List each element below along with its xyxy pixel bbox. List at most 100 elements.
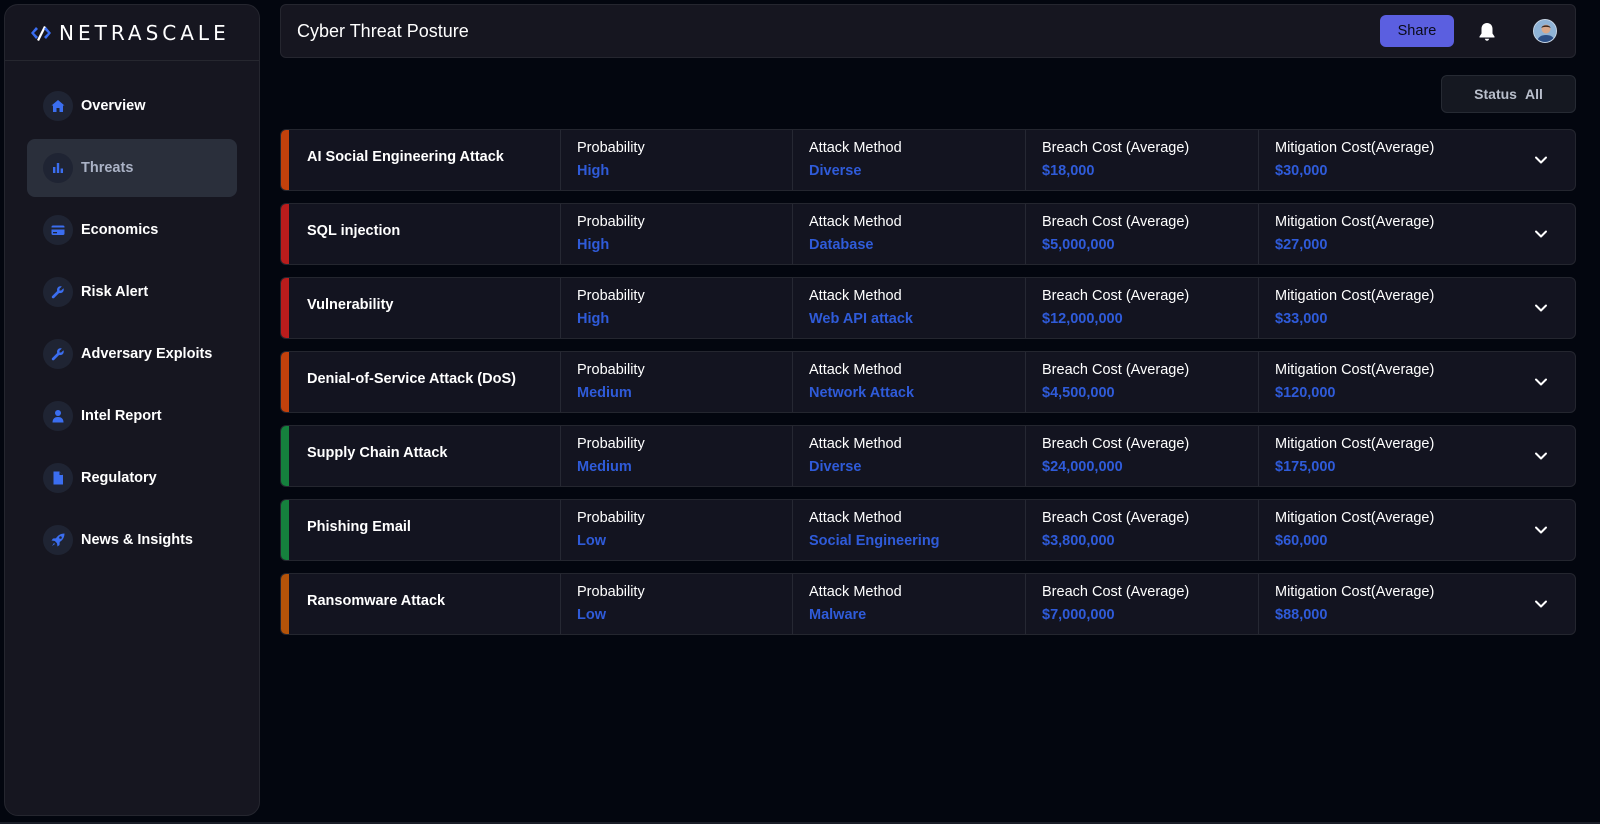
sidebar-item-label: Economics (81, 222, 159, 238)
header-bar: Cyber Threat Posture Share (280, 4, 1576, 58)
breach-cost-cell: Breach Cost (Average) $5,000,000 (1025, 204, 1258, 264)
bar-chart-icon (43, 153, 73, 183)
threat-row[interactable]: AI Social Engineering Attack Probability… (280, 129, 1576, 191)
threat-row[interactable]: Ransomware Attack Probability Low Attack… (280, 573, 1576, 635)
mitigation-cost-value: $30,000 (1275, 163, 1328, 179)
chevron-down-icon[interactable] (1533, 596, 1549, 612)
severity-indicator (281, 204, 289, 264)
netrascale-logo-icon (31, 25, 51, 41)
chevron-down-icon[interactable] (1533, 522, 1549, 538)
mitigation-cost-label: Mitigation Cost(Average) (1275, 140, 1435, 156)
share-button[interactable]: Share (1380, 15, 1454, 47)
breach-cost-value: $5,000,000 (1042, 237, 1115, 253)
mitigation-cost-value: $27,000 (1275, 237, 1328, 253)
attack-method-label: Attack Method (809, 288, 902, 304)
home-icon (43, 91, 73, 121)
breach-cost-label: Breach Cost (Average) (1042, 288, 1190, 304)
sidebar-item-intel-report[interactable]: Intel Report (27, 387, 237, 445)
probability-cell: Probability High (560, 130, 792, 190)
attack-method-label: Attack Method (809, 362, 902, 378)
probability-value: Medium (577, 459, 632, 475)
sidebar-item-regulatory[interactable]: Regulatory (27, 449, 237, 507)
probability-label: Probability (577, 214, 645, 230)
mitigation-cost-cell: Mitigation Cost(Average) $30,000 (1258, 130, 1497, 190)
attack-method-cell: Attack Method Malware (792, 574, 1025, 634)
sidebar: NETRASCALE Overview Threats Economics Ri… (4, 4, 260, 816)
wrench-icon (43, 339, 73, 369)
attack-method-label: Attack Method (809, 584, 902, 600)
severity-indicator (281, 130, 289, 190)
mitigation-cost-label: Mitigation Cost(Average) (1275, 214, 1435, 230)
sidebar-item-threats[interactable]: Threats (27, 139, 237, 197)
attack-method-cell: Attack Method Network Attack (792, 352, 1025, 412)
mitigation-cost-cell: Mitigation Cost(Average) $27,000 (1258, 204, 1497, 264)
attack-method-value: Diverse (809, 163, 862, 179)
credit-card-icon (43, 215, 73, 245)
sidebar-item-economics[interactable]: Economics (27, 201, 237, 259)
status-filter-label: Status (1474, 86, 1517, 102)
threat-row[interactable]: Denial-of-Service Attack (DoS) Probabili… (280, 351, 1576, 413)
mitigation-cost-value: $175,000 (1275, 459, 1336, 475)
severity-indicator (281, 426, 289, 486)
avatar[interactable] (1533, 19, 1557, 43)
page-title: Cyber Threat Posture (297, 20, 469, 41)
attack-method-cell: Attack Method Web API attack (792, 278, 1025, 338)
status-filter[interactable]: Status All (1441, 75, 1576, 113)
breach-cost-cell: Breach Cost (Average) $18,000 (1025, 130, 1258, 190)
sidebar-item-label: Overview (81, 98, 146, 114)
sidebar-item-risk-alert[interactable]: Risk Alert (27, 263, 237, 321)
mitigation-cost-label: Mitigation Cost(Average) (1275, 436, 1435, 452)
threat-name: Vulnerability (307, 297, 394, 313)
probability-label: Probability (577, 288, 645, 304)
breach-cost-cell: Breach Cost (Average) $12,000,000 (1025, 278, 1258, 338)
threat-row[interactable]: SQL injection Probability High Attack Me… (280, 203, 1576, 265)
breach-cost-value: $4,500,000 (1042, 385, 1115, 401)
chevron-down-icon[interactable] (1533, 300, 1549, 316)
probability-cell: Probability High (560, 204, 792, 264)
breach-cost-label: Breach Cost (Average) (1042, 140, 1190, 156)
probability-label: Probability (577, 140, 645, 156)
sidebar-item-label: Risk Alert (81, 284, 149, 300)
chevron-down-icon[interactable] (1533, 448, 1549, 464)
threat-name: Supply Chain Attack (307, 445, 448, 461)
user-icon (43, 401, 73, 431)
probability-cell: Probability Low (560, 500, 792, 560)
threat-name: Phishing Email (307, 519, 411, 535)
mitigation-cost-value: $33,000 (1275, 311, 1328, 327)
attack-method-value: Web API attack (809, 311, 913, 327)
status-filter-value: All (1524, 86, 1543, 102)
brand[interactable]: NETRASCALE (5, 5, 259, 61)
sidebar-item-news-insights[interactable]: News & Insights (27, 511, 237, 569)
attack-method-cell: Attack Method Diverse (792, 426, 1025, 486)
mitigation-cost-cell: Mitigation Cost(Average) $88,000 (1258, 574, 1497, 634)
severity-indicator (281, 352, 289, 412)
breach-cost-cell: Breach Cost (Average) $24,000,000 (1025, 426, 1258, 486)
threat-list: AI Social Engineering Attack Probability… (280, 129, 1576, 647)
attack-method-label: Attack Method (809, 436, 902, 452)
attack-method-value: Network Attack (809, 385, 915, 401)
mitigation-cost-value: $120,000 (1275, 385, 1336, 401)
breach-cost-value: $3,800,000 (1042, 533, 1115, 549)
sidebar-item-label: Regulatory (81, 470, 157, 486)
threat-row[interactable]: Phishing Email Probability Low Attack Me… (280, 499, 1576, 561)
sidebar-item-label: News & Insights (81, 532, 193, 548)
chevron-down-icon[interactable] (1533, 152, 1549, 168)
probability-label: Probability (577, 510, 645, 526)
sidebar-item-overview[interactable]: Overview (27, 77, 237, 135)
breach-cost-cell: Breach Cost (Average) $3,800,000 (1025, 500, 1258, 560)
document-icon (43, 463, 73, 493)
breach-cost-label: Breach Cost (Average) (1042, 362, 1190, 378)
threat-row[interactable]: Vulnerability Probability High Attack Me… (280, 277, 1576, 339)
chevron-down-icon[interactable] (1533, 226, 1549, 242)
mitigation-cost-cell: Mitigation Cost(Average) $175,000 (1258, 426, 1497, 486)
attack-method-cell: Attack Method Diverse (792, 130, 1025, 190)
threat-name: AI Social Engineering Attack (307, 149, 504, 165)
probability-label: Probability (577, 584, 645, 600)
sidebar-nav: Overview Threats Economics Risk Alert Ad… (27, 77, 237, 573)
threat-row[interactable]: Supply Chain Attack Probability Medium A… (280, 425, 1576, 487)
sidebar-item-adversary-exploits[interactable]: Adversary Exploits (27, 325, 237, 383)
probability-value: High (577, 237, 610, 253)
chevron-down-icon[interactable] (1533, 374, 1549, 390)
bell-icon[interactable] (1475, 20, 1499, 44)
probability-value: Low (577, 607, 606, 623)
